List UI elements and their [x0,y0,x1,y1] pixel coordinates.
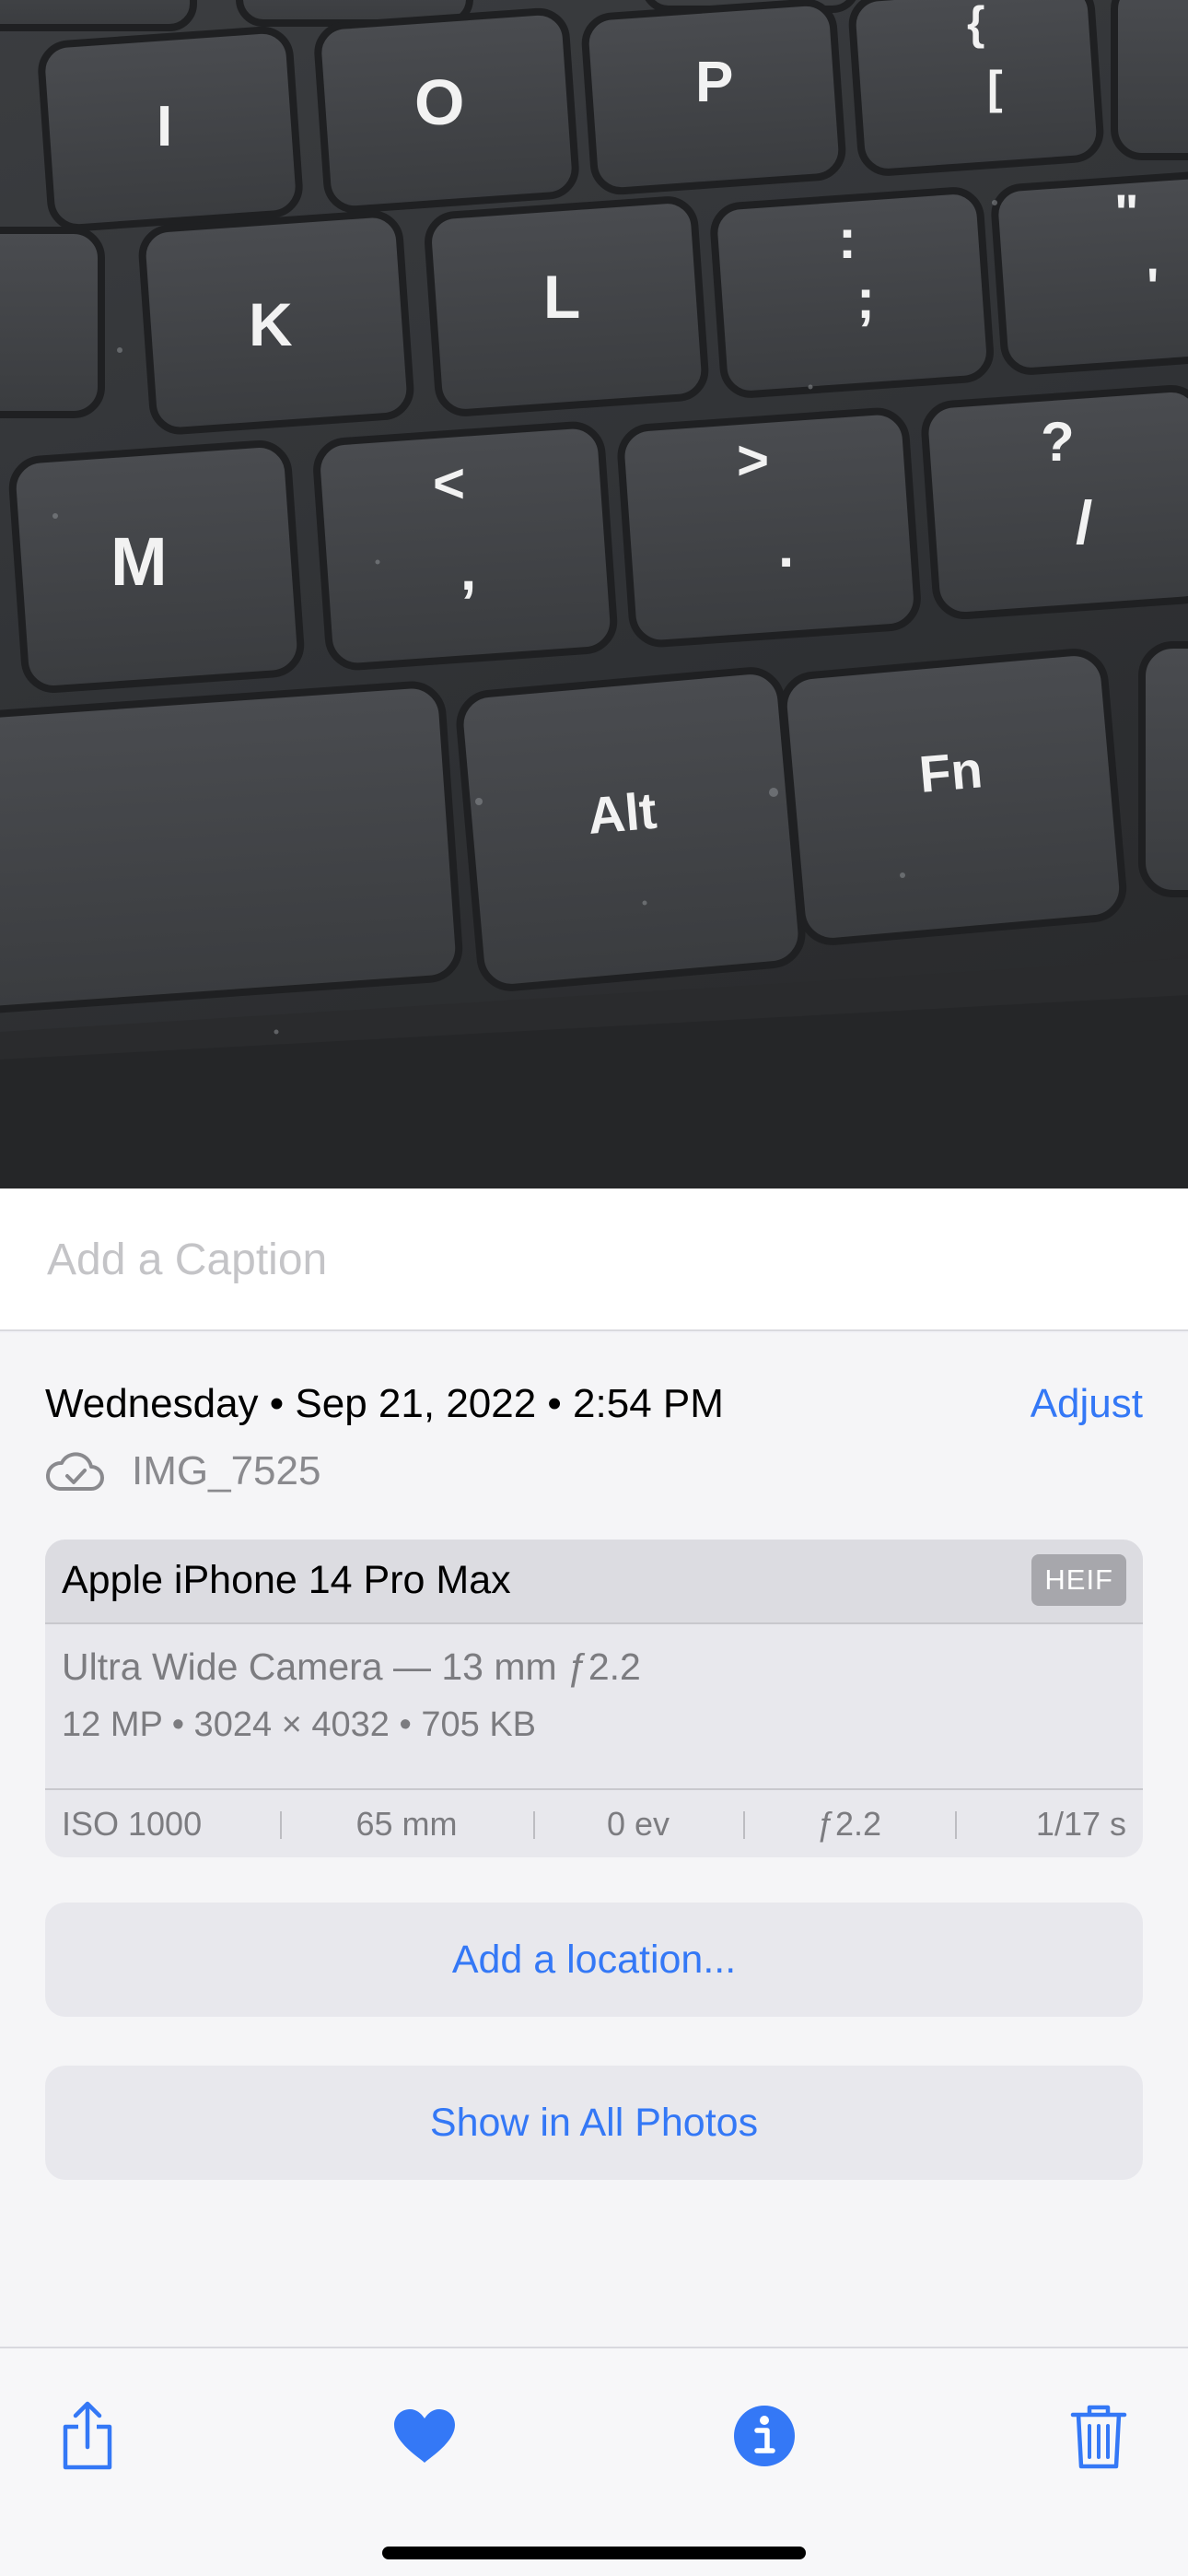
filename: IMG_7525 [132,1448,321,1493]
device-name: Apple iPhone 14 Pro Max [62,1558,511,1602]
delete-button[interactable] [1057,2395,1140,2477]
keyboard-photo: I O P { [ K L : ; " ' M < , > . ? / Alt … [0,0,1188,1188]
key-lt-label: < [433,452,465,514]
camera-info-card: Apple iPhone 14 Pro Max HEIF Ultra Wide … [45,1540,1143,1857]
key-p-label: P [695,51,733,114]
cloud-check-icon [45,1452,104,1491]
key-apostrophe-label: ' [1147,257,1159,315]
caption-bar [0,1188,1188,1331]
exif-focal-length: 65 mm [280,1789,533,1857]
key-quote-label: " [1114,183,1139,241]
key-colon-label: : [838,208,856,270]
key-comma-label: , [460,539,476,603]
adjust-button[interactable]: Adjust [1031,1381,1143,1427]
key-period-label: . [778,516,794,580]
key-k-label: K [249,290,293,358]
exif-iso: ISO 1000 [62,1804,203,1843]
caption-input[interactable] [45,1227,1141,1292]
heart-icon [394,2409,455,2463]
key-o-label: O [414,66,464,138]
photo-info-panel: Wednesday • Sep 21, 2022 • 2:54 PM Adjus… [0,1333,1188,2347]
favorite-button[interactable] [383,2395,466,2477]
key-slash-label: / [1076,488,1092,556]
lens-info: Ultra Wide Camera — 13 mm ƒ2.2 [62,1645,641,1688]
key-fn-label: Fn [917,740,985,803]
key-brace-label: { [967,0,984,49]
share-icon [63,2401,112,2470]
camera-card-header: Apple iPhone 14 Pro Max HEIF [45,1540,1143,1624]
exif-row: ISO 1000 65 mm 0 ev ƒ2.2 1/17 s [45,1788,1143,1857]
home-indicator[interactable] [382,2547,806,2559]
show-in-all-photos-button[interactable]: Show in All Photos [45,2066,1143,2180]
exif-shutter: 1/17 s [955,1789,1143,1857]
key-i-label: I [157,95,172,158]
key-question-label: ? [1041,411,1075,473]
key-l-label: L [543,263,580,331]
info-icon [734,2406,795,2466]
share-button[interactable] [46,2395,129,2477]
key-semicolon-label: ; [856,268,875,330]
add-location-button[interactable]: Add a location... [45,1903,1143,2017]
key-bracket-label: [ [987,62,1003,113]
key-gt-label: > [737,429,769,491]
filename-row: IMG_7525 [45,1444,320,1499]
capture-datetime: Wednesday • Sep 21, 2022 • 2:54 PM [45,1381,724,1426]
image-specs: 12 MP • 3024 × 4032 • 705 KB [62,1705,537,1744]
key-alt-label: Alt [586,781,659,845]
exif-exposure-bias: 0 ev [533,1789,743,1857]
trash-icon [1070,2405,1127,2469]
photo-view[interactable]: I O P { [ K L : ; " ' M < , > . ? / Alt … [0,0,1188,1188]
key-m-label: M [111,523,168,600]
bottom-toolbar [0,2347,1188,2576]
info-button[interactable] [723,2395,806,2477]
format-badge: HEIF [1031,1554,1126,1606]
exif-aperture: ƒ2.2 [743,1789,955,1857]
